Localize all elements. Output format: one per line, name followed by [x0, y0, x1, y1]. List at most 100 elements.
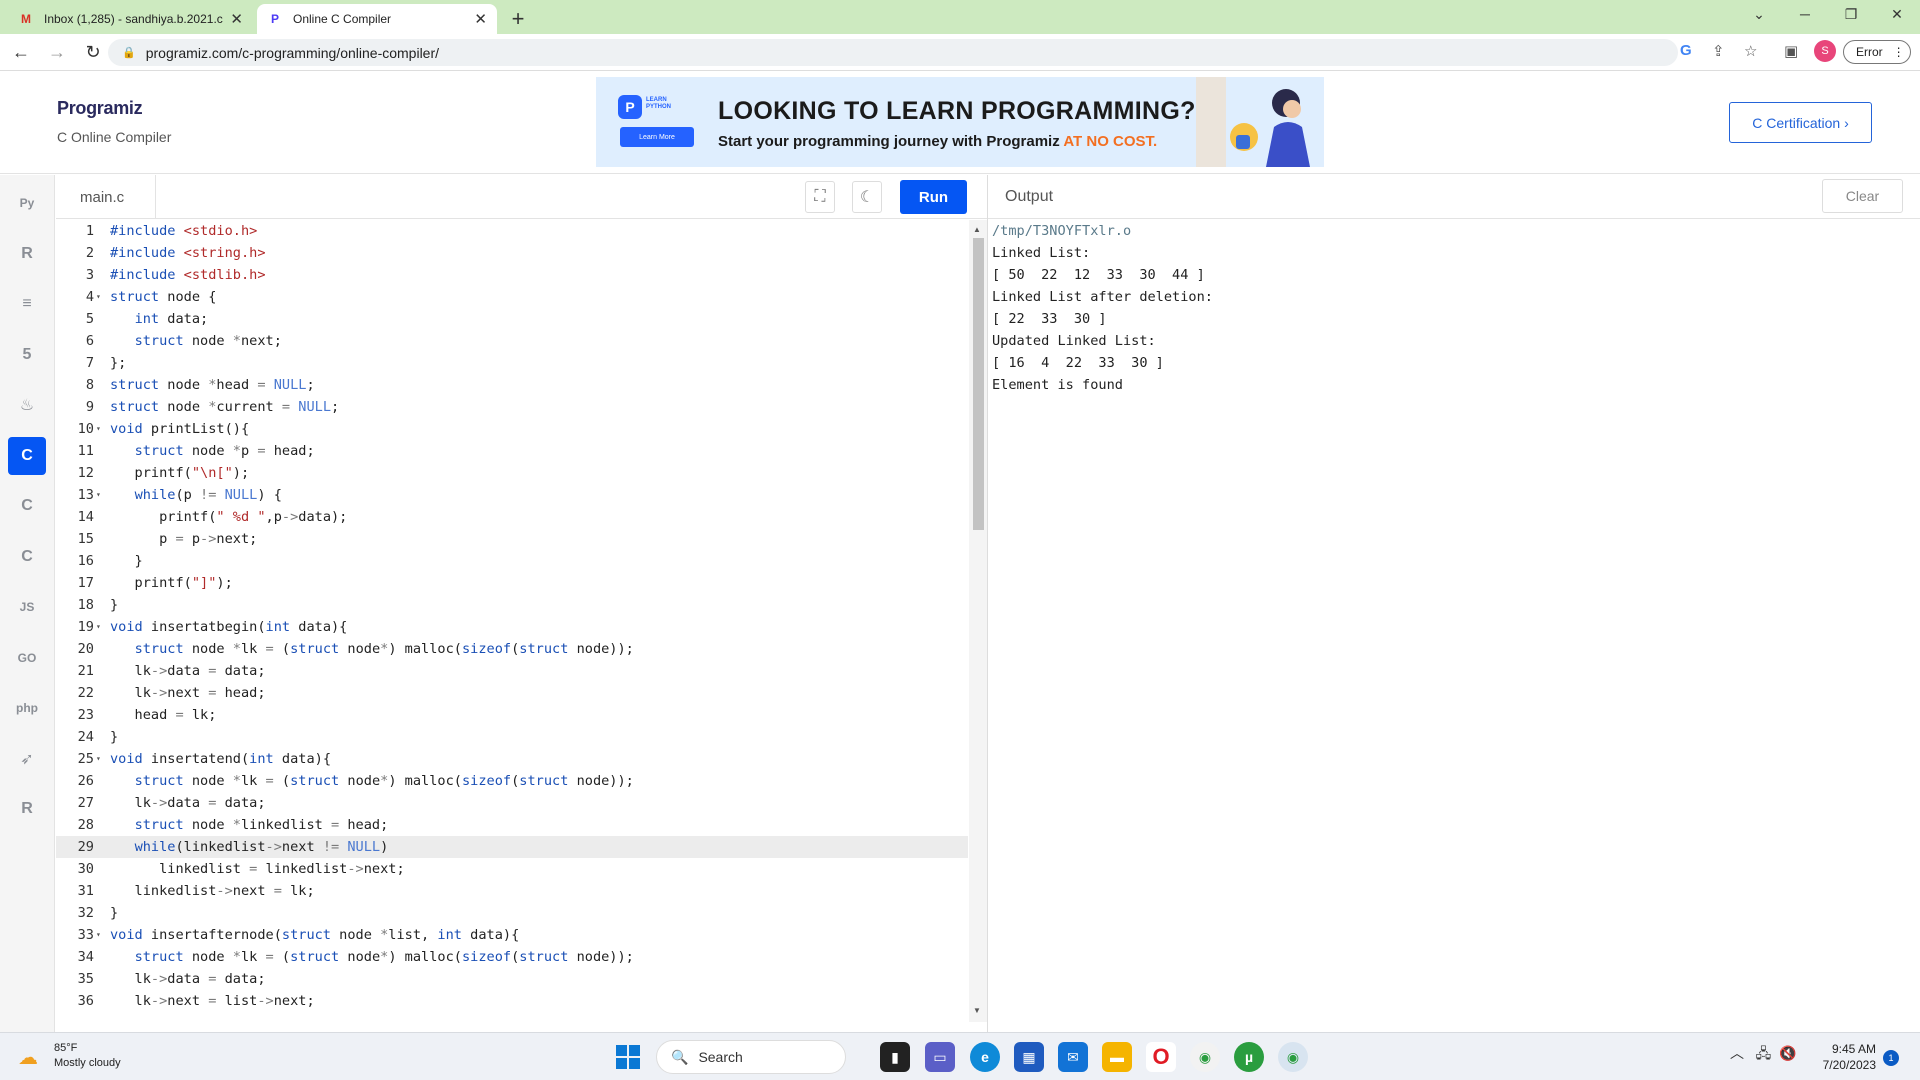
- code-line[interactable]: 36 lk->next = list->next;: [56, 990, 968, 1012]
- chrome-icon[interactable]: ◉: [1190, 1042, 1220, 1072]
- file-explorer-icon[interactable]: ▬: [1102, 1042, 1132, 1072]
- sidebar-rust-icon[interactable]: R: [8, 790, 46, 828]
- code-line[interactable]: 24}: [56, 726, 968, 748]
- clock[interactable]: 9:45 AM 7/20/2023: [1816, 1041, 1876, 1073]
- side-panel-icon[interactable]: ▣: [1784, 42, 1798, 60]
- code-line[interactable]: 23 head = lk;: [56, 704, 968, 726]
- url-field[interactable]: 🔒 programiz.com/c-programming/online-com…: [108, 39, 1678, 66]
- task-view-icon[interactable]: ▮: [880, 1042, 910, 1072]
- code-line[interactable]: 11 struct node *p = head;: [56, 440, 968, 462]
- code-line[interactable]: 21 lk->data = data;: [56, 660, 968, 682]
- fold-arrow-icon[interactable]: ▾: [96, 418, 101, 440]
- minimize-button[interactable]: ─: [1782, 2, 1828, 26]
- code-line[interactable]: 7};: [56, 352, 968, 374]
- code-line[interactable]: 26 struct node *lk = (struct node*) mall…: [56, 770, 968, 792]
- code-line[interactable]: 17 printf("]");: [56, 572, 968, 594]
- share-icon[interactable]: ⇪: [1712, 42, 1725, 60]
- system-tray[interactable]: ︿ 🖧 🔇: [1730, 1043, 1797, 1067]
- run-button[interactable]: Run: [900, 180, 967, 214]
- network-icon[interactable]: 🖧: [1756, 1045, 1772, 1061]
- code-line[interactable]: 4 ▾ struct node {: [56, 286, 968, 308]
- sidebar-csharp-icon[interactable]: C: [8, 538, 46, 576]
- code-line[interactable]: 5 int data;: [56, 308, 968, 330]
- weather-widget[interactable]: ☁ 85°F Mostly cloudy: [18, 1041, 121, 1071]
- code-line[interactable]: 33 ▾ void insertafternode(struct node *lis…: [56, 924, 968, 946]
- error-button[interactable]: Error ⋮: [1843, 40, 1911, 64]
- restore-button[interactable]: ❐: [1828, 2, 1874, 26]
- tab-gmail[interactable]: M Inbox (1,285) - sandhiya.b.2021.c ✕: [8, 4, 253, 34]
- code-line[interactable]: 30 linkedlist = linkedlist->next;: [56, 858, 968, 880]
- reload-button[interactable]: ↻: [78, 42, 108, 63]
- code-line[interactable]: 18}: [56, 594, 968, 616]
- pane-divider[interactable]: [987, 175, 988, 1032]
- c-certification-button[interactable]: C Certification ›: [1729, 102, 1872, 143]
- code-line[interactable]: 1 #include <stdio.h>: [56, 220, 968, 242]
- fold-arrow-icon[interactable]: ▾: [96, 616, 101, 638]
- code-line[interactable]: 29 while(linkedlist->next != NULL): [56, 836, 968, 858]
- chrome-profile-icon[interactable]: ◉: [1278, 1042, 1308, 1072]
- code-line[interactable]: 27 lk->data = data;: [56, 792, 968, 814]
- clear-button[interactable]: Clear: [1822, 179, 1903, 213]
- code-line[interactable]: 3 #include <stdlib.h>: [56, 264, 968, 286]
- code-line[interactable]: 9 struct node *current = NULL;: [56, 396, 968, 418]
- ad-banner[interactable]: P LEARN PYTHON Learn More LOOKING TO LEA…: [596, 77, 1324, 167]
- sidebar-python-icon[interactable]: Py: [8, 184, 46, 222]
- scroll-up-icon[interactable]: ▲: [973, 225, 981, 234]
- code-line[interactable]: 28 struct node *linkedlist = head;: [56, 814, 968, 836]
- forward-button[interactable]: →: [42, 42, 72, 63]
- programiz-logo[interactable]: Programiz: [57, 98, 143, 119]
- close-tab-icon[interactable]: ✕: [474, 10, 487, 28]
- lock-icon[interactable]: 🔒: [122, 46, 136, 59]
- sidebar-java-icon[interactable]: ♨: [8, 386, 46, 424]
- bookmark-star-icon[interactable]: ☆: [1744, 42, 1757, 60]
- volume-icon[interactable]: 🔇: [1779, 1045, 1796, 1061]
- fold-arrow-icon[interactable]: ▾: [96, 748, 101, 770]
- utorrent-icon[interactable]: µ: [1234, 1042, 1264, 1072]
- close-window-button[interactable]: ✕: [1874, 2, 1920, 26]
- tab-online-c-compiler[interactable]: P Online C Compiler ✕: [257, 4, 497, 34]
- windows-start-icon[interactable]: [616, 1045, 640, 1069]
- code-line[interactable]: 35 lk->data = data;: [56, 968, 968, 990]
- sidebar-php-icon[interactable]: php: [8, 689, 46, 727]
- sidebar-c-icon[interactable]: C: [8, 436, 46, 475]
- fullscreen-icon[interactable]: ⛶: [805, 181, 835, 213]
- opera-icon[interactable]: O: [1146, 1042, 1176, 1072]
- teams-chat-icon[interactable]: ▭: [925, 1042, 955, 1072]
- learn-more-button[interactable]: Learn More: [620, 127, 694, 147]
- google-icon[interactable]: G: [1680, 42, 1692, 59]
- file-tab-main-c[interactable]: main.c: [56, 175, 156, 219]
- close-tab-icon[interactable]: ✕: [230, 10, 243, 28]
- code-line[interactable]: 6 struct node *next;: [56, 330, 968, 352]
- scroll-down-icon[interactable]: ▼: [973, 1006, 981, 1015]
- code-line[interactable]: 31 linkedlist->next = lk;: [56, 880, 968, 902]
- fold-arrow-icon[interactable]: ▾: [96, 286, 101, 308]
- sidebar-go-icon[interactable]: GO: [8, 639, 46, 677]
- code-line[interactable]: 2 #include <string.h>: [56, 242, 968, 264]
- code-line[interactable]: 13 ▾ while(p != NULL) {: [56, 484, 968, 506]
- code-editor[interactable]: 1 #include <stdio.h> 2 #include <string.h> 3…: [56, 220, 968, 1022]
- mail-icon[interactable]: ✉: [1058, 1042, 1088, 1072]
- code-line[interactable]: 16 }: [56, 550, 968, 572]
- microsoft-store-icon[interactable]: ▦: [1014, 1042, 1044, 1072]
- code-line[interactable]: 20 struct node *lk = (struct node*) mall…: [56, 638, 968, 660]
- code-line[interactable]: 10 ▾ void printList(){: [56, 418, 968, 440]
- code-line[interactable]: 8 struct node *head = NULL;: [56, 374, 968, 396]
- edge-icon[interactable]: e: [970, 1042, 1000, 1072]
- code-line[interactable]: 15 p = p->next;: [56, 528, 968, 550]
- sidebar-js-icon[interactable]: JS: [8, 588, 46, 626]
- profile-avatar[interactable]: S: [1814, 40, 1836, 62]
- editor-scrollbar-thumb[interactable]: [973, 238, 984, 530]
- fold-arrow-icon[interactable]: ▾: [96, 924, 101, 946]
- back-button[interactable]: ←: [6, 42, 36, 63]
- taskbar-search[interactable]: 🔍 Search: [656, 1040, 846, 1074]
- code-line[interactable]: 32}: [56, 902, 968, 924]
- notification-badge[interactable]: 1: [1883, 1050, 1899, 1066]
- sidebar-sql-icon[interactable]: ≡: [8, 285, 46, 323]
- fold-arrow-icon[interactable]: ▾: [96, 484, 101, 506]
- code-line[interactable]: 14 printf(" %d ",p->data);: [56, 506, 968, 528]
- sidebar-cpp-icon[interactable]: C: [8, 487, 46, 525]
- tab-search-chevron-icon[interactable]: ⌄: [1736, 2, 1782, 26]
- code-line[interactable]: 22 lk->next = head;: [56, 682, 968, 704]
- code-line[interactable]: 25 ▾ void insertatend(int data){: [56, 748, 968, 770]
- code-line[interactable]: 19 ▾ void insertatbegin(int data){: [56, 616, 968, 638]
